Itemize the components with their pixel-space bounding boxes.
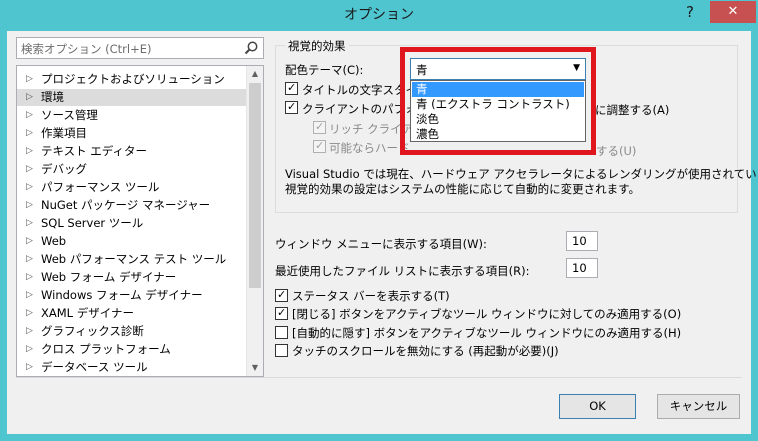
tree-item[interactable]: ▷ Web パフォーマンス テスト ツール bbox=[17, 251, 249, 268]
window-title: オプション bbox=[344, 7, 414, 23]
tree-item-label: ソース管理 bbox=[41, 108, 98, 122]
tree-item[interactable]: ▷ NuGet パッケージ マネージャー bbox=[17, 197, 249, 214]
tree-item[interactable]: ▷ クロス プラットフォーム bbox=[17, 341, 249, 358]
tree-item[interactable]: ▷ 環境 bbox=[17, 89, 249, 106]
scroll-down-icon[interactable]: ▼ bbox=[247, 360, 263, 376]
client-perf-checkbox[interactable]: ✓ bbox=[285, 100, 298, 114]
tree-item[interactable]: ▷ Web bbox=[17, 233, 249, 250]
status-bar-label: ステータス バーを表示する(T) bbox=[292, 289, 450, 303]
tree-item-label: NuGet パッケージ マネージャー bbox=[41, 198, 211, 212]
group-label: 視覚的効果 bbox=[285, 38, 349, 54]
window-menu-items-input[interactable]: 10 bbox=[566, 231, 598, 251]
status-bar-checkbox[interactable]: ✓ bbox=[275, 288, 288, 302]
tree-item[interactable]: ▷ パフォーマンス ツール bbox=[17, 179, 249, 196]
close-button-active-label: [閉じる] ボタンをアクティブなツール ウィンドウに対してのみ適用する(O) bbox=[292, 307, 682, 321]
touch-scroll-label: タッチのスクロールを無効にする (再起動が必要)(J) bbox=[292, 344, 559, 358]
text-style-checkbox[interactable]: ✓ bbox=[285, 81, 298, 95]
tree-item-label: プロジェクトおよびソリューション bbox=[41, 72, 225, 86]
scroll-thumb[interactable] bbox=[249, 83, 261, 288]
tree-item[interactable]: ▷ Windows フォーム デザイナー bbox=[17, 287, 249, 304]
window-menu-label: ウィンドウ メニューに表示する項目(W): bbox=[275, 237, 487, 251]
cancel-button[interactable]: キャンセル bbox=[657, 394, 740, 419]
search-placeholder: 検索オプション (Ctrl+E) bbox=[21, 42, 152, 56]
expand-arrow-icon[interactable]: ▷ bbox=[26, 323, 36, 340]
client-perf-label-end: に調整する(A) bbox=[595, 103, 670, 117]
tree-item-label: データベース ツール bbox=[41, 360, 148, 374]
search-input[interactable]: 検索オプション (Ctrl+E) bbox=[16, 37, 264, 59]
expand-arrow-icon[interactable]: ▷ bbox=[26, 107, 36, 124]
autohide-button-active-label: [自動的に隠す] ボタンをアクティブなツール ウィンドウにのみ適用する(H) bbox=[292, 326, 682, 340]
tree-item[interactable]: ▷ デバッグ bbox=[17, 161, 249, 178]
expand-arrow-icon[interactable]: ▷ bbox=[26, 179, 36, 196]
footer-separator bbox=[16, 377, 742, 378]
close-button-active-checkbox[interactable]: ✓ bbox=[275, 306, 288, 320]
tree-item-label: デバッグ bbox=[41, 162, 87, 176]
info-line-1: Visual Studio では現在、ハードウェア アクセラレータによるレンダリ… bbox=[285, 167, 758, 181]
expand-arrow-icon[interactable]: ▷ bbox=[26, 341, 36, 358]
expand-arrow-icon[interactable]: ▷ bbox=[26, 305, 36, 322]
expand-arrow-icon[interactable]: ▷ bbox=[26, 359, 36, 376]
tree-item-label: Web bbox=[41, 234, 67, 248]
tree-item-label: テキスト エディター bbox=[41, 144, 148, 158]
tree-item-label: XAML デザイナー bbox=[41, 306, 134, 320]
scroll-up-icon[interactable]: ▲ bbox=[247, 66, 263, 82]
tree-item-label: Windows フォーム デザイナー bbox=[41, 288, 203, 302]
options-tree[interactable]: ▷ データベース ツール ▷ クロス プラットフォーム ▷ グラフィックス診断 ▷ XAML … bbox=[16, 65, 264, 377]
expand-arrow-icon[interactable]: ▷ bbox=[26, 215, 36, 232]
tree-item[interactable]: ▷ プロジェクトおよびソリューション bbox=[17, 71, 249, 88]
expand-arrow-icon[interactable]: ▷ bbox=[26, 161, 36, 178]
tree-item-label: SQL Server ツール bbox=[41, 216, 144, 230]
close-button[interactable]: ✕ bbox=[710, 1, 756, 23]
expand-arrow-icon[interactable]: ▷ bbox=[26, 269, 36, 286]
ok-button[interactable]: OK bbox=[559, 394, 636, 419]
expand-arrow-icon[interactable]: ▷ bbox=[26, 71, 36, 88]
hw-accel-label-end: する(U) bbox=[596, 144, 637, 158]
tree-item[interactable]: ▷ テキスト エディター bbox=[17, 143, 249, 160]
tree-item-label: グラフィックス診断 bbox=[41, 324, 144, 338]
tree-item-label: Web パフォーマンス テスト ツール bbox=[41, 252, 227, 266]
recent-files-items-input[interactable]: 10 bbox=[566, 258, 598, 278]
help-button[interactable]: ? bbox=[672, 2, 708, 24]
tree-item-label: クロス プラットフォーム bbox=[41, 342, 171, 356]
autohide-button-active-checkbox[interactable] bbox=[275, 326, 288, 339]
rich-client-checkbox: ✓ bbox=[313, 120, 326, 134]
expand-arrow-icon[interactable]: ▷ bbox=[26, 125, 36, 142]
expand-arrow-icon[interactable]: ▷ bbox=[26, 251, 36, 268]
tree-item-label: 作業項目 bbox=[41, 126, 87, 140]
title-bar[interactable]: オプション ? ✕ bbox=[0, 0, 758, 31]
tree-item[interactable]: ▷ XAML デザイナー bbox=[17, 305, 249, 322]
tree-item-label: Web フォーム デザイナー bbox=[41, 270, 177, 284]
touch-scroll-checkbox[interactable] bbox=[275, 344, 288, 357]
hw-accel-checkbox: ✓ bbox=[313, 139, 326, 153]
tree-item[interactable]: ▷ データベース ツール bbox=[17, 359, 249, 376]
tree-item[interactable]: ▷ ソース管理 bbox=[17, 107, 249, 124]
expand-arrow-icon[interactable]: ▷ bbox=[26, 197, 36, 214]
dialog-client: 検索オプション (Ctrl+E) ▷ データベース ツール ▷ クロス プラットフォー… bbox=[7, 31, 758, 434]
red-highlight-frame bbox=[400, 47, 596, 155]
tree-item-label: 環境 bbox=[41, 90, 64, 104]
search-icon[interactable] bbox=[243, 40, 259, 56]
options-window: オプション ? ✕ 検索オプション (Ctrl+E) ▷ データベース ツール ▷ ク… bbox=[0, 0, 758, 441]
expand-arrow-icon[interactable]: ▷ bbox=[26, 89, 36, 106]
recent-files-label: 最近使用したファイル リストに表示する項目(R): bbox=[275, 264, 530, 278]
expand-arrow-icon[interactable]: ▷ bbox=[26, 287, 36, 304]
tree-item[interactable]: ▷ 作業項目 bbox=[17, 125, 249, 142]
tree-scrollbar[interactable]: ▲ ▼ bbox=[246, 66, 263, 376]
theme-label: 配色テーマ(C): bbox=[285, 63, 364, 77]
info-line-2: 視覚的効果の設定はシステムの性能に応じて自動的に変更されます。 bbox=[285, 182, 641, 196]
tree-item[interactable]: ▷ Web フォーム デザイナー bbox=[17, 269, 249, 286]
tree-item[interactable]: ▷ グラフィックス診断 bbox=[17, 323, 249, 340]
expand-arrow-icon[interactable]: ▷ bbox=[26, 143, 36, 160]
tree-item-label: パフォーマンス ツール bbox=[41, 180, 160, 194]
expand-arrow-icon[interactable]: ▷ bbox=[26, 233, 36, 250]
hw-accel-label-start: 可能ならハード bbox=[329, 141, 410, 155]
tree-item[interactable]: ▷ SQL Server ツール bbox=[17, 215, 249, 232]
